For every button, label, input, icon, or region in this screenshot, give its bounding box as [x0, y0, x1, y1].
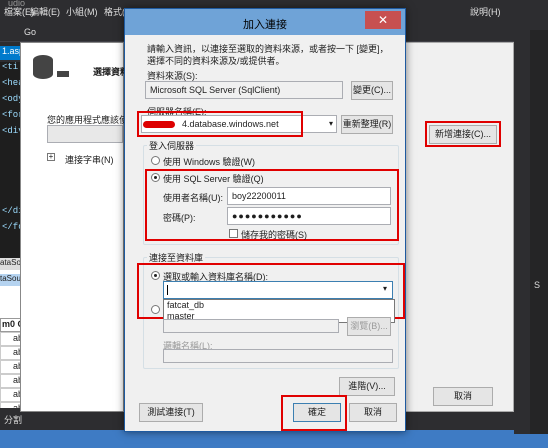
db-option-fatcat[interactable]: fatcat_db: [164, 300, 394, 311]
highlight-server: [137, 111, 303, 137]
dialog-title: 加入連接: [243, 19, 287, 31]
vs-footer: [0, 430, 548, 448]
dialog-titlebar: 加入連接 ✕: [125, 9, 405, 35]
save-password-checkbox[interactable]: [229, 229, 238, 238]
menu-help[interactable]: 說明(H): [470, 5, 501, 18]
windows-auth-label[interactable]: 使用 Windows 驗證(W): [163, 155, 255, 168]
close-icon[interactable]: ✕: [365, 11, 401, 29]
wizard-window: 選擇資料 您的應用程式應該使用 + 連接字串(N): [20, 42, 137, 412]
password-label: 密碼(P):: [163, 213, 196, 223]
sql-auth-radio[interactable]: [151, 173, 160, 182]
text-cursor: [167, 285, 168, 295]
attach-file-field: [163, 319, 339, 333]
database-icon: [33, 55, 53, 79]
change-button[interactable]: 變更(C)...: [351, 81, 393, 100]
refresh-button[interactable]: 重新整理(R): [341, 115, 393, 134]
select-db-radio[interactable]: [151, 271, 160, 280]
test-connection-button[interactable]: 測試連接(T): [139, 403, 203, 422]
highlight-new-conn: [425, 121, 501, 147]
menu-edit[interactable]: 編輯(E): [30, 5, 60, 18]
database-combo[interactable]: [163, 281, 393, 299]
advanced-button[interactable]: 進階(V)...: [339, 377, 395, 396]
dialog-description: 請輸入資訊，以連接至選取的資料來源，或者按一下 [變更]，選擇不同的資料來源及/…: [147, 44, 389, 66]
go-button[interactable]: Go: [24, 27, 36, 37]
username-label: 使用者名稱(U):: [163, 193, 223, 203]
expand-icon[interactable]: +: [47, 153, 55, 161]
conn-string-label: 連接字串(N): [65, 155, 114, 165]
logical-name-field: [163, 349, 393, 363]
source-field: Microsoft SQL Server (SqlClient): [145, 81, 343, 99]
vs-title-partial: udio: [8, 0, 26, 8]
add-connection-dialog: 加入連接 ✕ 請輸入資訊，以連接至選取的資料來源，或者按一下 [變更]，選擇不同…: [124, 8, 406, 432]
save-password-label[interactable]: 儲存我的密碼(S): [241, 228, 307, 241]
connection-combo[interactable]: [47, 125, 123, 143]
menu-team[interactable]: 小組(M): [66, 5, 98, 18]
chevron-down-icon[interactable]: ▾: [383, 284, 387, 293]
attach-radio[interactable]: [151, 305, 160, 314]
windows-auth-radio[interactable]: [151, 156, 160, 165]
chevron-down-icon[interactable]: ▾: [329, 119, 333, 128]
wizard-right: 新增連接(C)... 取消: [404, 42, 514, 412]
plug-icon: [57, 71, 69, 77]
login-group-label: 登入伺服器: [147, 139, 197, 152]
cancel-button[interactable]: 取消: [349, 403, 397, 422]
browse-button[interactable]: 瀏覽(B)...: [347, 317, 391, 336]
wizard-cancel-button[interactable]: 取消: [433, 387, 493, 406]
split-tab[interactable]: 分割: [4, 413, 22, 426]
sql-auth-label[interactable]: 使用 SQL Server 驗證(Q): [163, 172, 264, 185]
highlight-ok: [281, 395, 347, 431]
panel-letter: S: [534, 280, 541, 290]
password-field[interactable]: ●●●●●●●●●●●: [227, 207, 391, 225]
username-field[interactable]: boy22200011: [227, 187, 391, 205]
solution-panel: S: [530, 30, 548, 434]
